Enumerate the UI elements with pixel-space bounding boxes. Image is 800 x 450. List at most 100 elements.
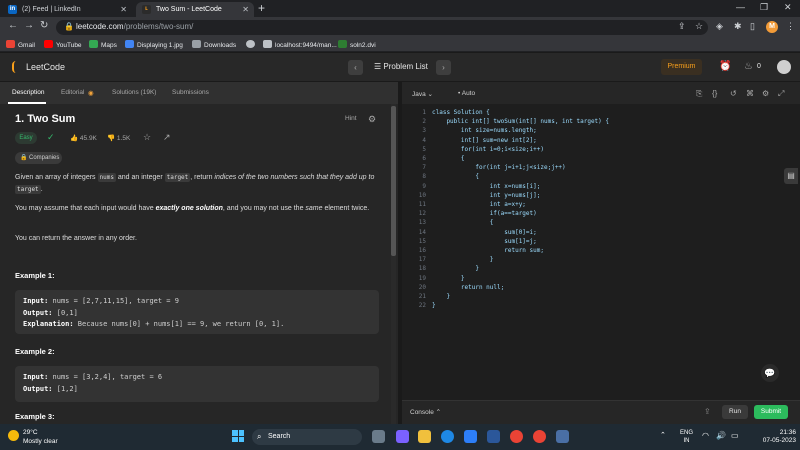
temperature: 29°C bbox=[23, 429, 38, 436]
share-link-icon[interactable]: ↗ bbox=[163, 132, 171, 143]
companies-tag[interactable]: 🔒 Companies bbox=[15, 152, 62, 164]
leetcode-icon: ʟ bbox=[142, 5, 151, 14]
braces-icon[interactable]: {} bbox=[712, 89, 717, 98]
bookmark-downloads[interactable]: Downloads bbox=[192, 40, 236, 51]
menu-icon[interactable]: ⋮ bbox=[786, 21, 795, 32]
bookmark-gmail[interactable]: Gmail bbox=[6, 40, 35, 51]
timer-icon[interactable]: ⏰ bbox=[719, 61, 731, 72]
weather-widget[interactable]: 29°C Mostly clear bbox=[8, 428, 58, 446]
chrome-icon[interactable] bbox=[510, 430, 523, 443]
tab-solutions[interactable]: Solutions (19K) bbox=[112, 89, 156, 96]
new-tab-button[interactable]: + bbox=[258, 1, 265, 15]
sidepanel-icon[interactable]: ▯ bbox=[750, 21, 755, 32]
store-icon[interactable] bbox=[464, 430, 477, 443]
run-button[interactable]: Run bbox=[722, 405, 748, 419]
shortcuts-icon[interactable]: ⌘ bbox=[746, 89, 754, 98]
language-select[interactable]: Java ⌄ bbox=[412, 90, 433, 98]
bookmark-star-icon[interactable]: ☆ bbox=[695, 21, 703, 32]
bookmark-youtube[interactable]: YouTube bbox=[44, 40, 82, 51]
task-view-icon[interactable] bbox=[372, 430, 385, 443]
bookmark-globe[interactable] bbox=[246, 40, 258, 51]
code-text: sum[1]=j; bbox=[432, 237, 537, 245]
close-window-icon[interactable]: ✕ bbox=[784, 2, 792, 13]
line-number: 12 bbox=[418, 210, 426, 218]
streak-flame-icon[interactable]: ♨ bbox=[744, 61, 753, 72]
doc-icon bbox=[338, 40, 347, 48]
settings-icon[interactable]: ⚙ bbox=[368, 114, 376, 125]
minimize-icon[interactable]: — bbox=[736, 2, 745, 12]
code-text: for(int i=0;i<size;i++) bbox=[432, 145, 544, 153]
edge-icon[interactable] bbox=[441, 430, 454, 443]
like-button[interactable]: 👍 45.9K bbox=[70, 134, 97, 142]
bookmark-soln2[interactable]: soln2.dvi bbox=[338, 40, 376, 51]
share-icon[interactable]: ⇪ bbox=[678, 21, 686, 32]
active-tab-indicator bbox=[8, 102, 46, 104]
fullscreen-icon[interactable]: ⤢ bbox=[778, 89, 784, 99]
restore-icon[interactable]: ❐ bbox=[760, 2, 768, 13]
tab-editorial[interactable]: Editorial bbox=[61, 89, 84, 96]
hint-button[interactable]: Hint bbox=[345, 115, 357, 122]
puzzle-icon[interactable]: ✱ bbox=[734, 21, 742, 32]
description-tabs: Description Editorial ◉ Solutions (19K) … bbox=[0, 82, 398, 104]
upload-icon[interactable]: ⇪ bbox=[704, 407, 711, 416]
line-number: 7 bbox=[422, 164, 426, 172]
dislike-button[interactable]: 👎 1.5K bbox=[107, 134, 130, 142]
battery-icon[interactable]: ▭ bbox=[731, 431, 739, 440]
profile-avatar[interactable]: M bbox=[766, 21, 778, 33]
clock[interactable]: 21:36 07-05-2023 bbox=[760, 429, 796, 445]
app-icon[interactable] bbox=[556, 430, 569, 443]
close-icon[interactable]: ✕ bbox=[120, 2, 127, 17]
extension-icon[interactable]: ◈ bbox=[716, 21, 723, 32]
code-text: for(int j=i+1;j<size;j++) bbox=[432, 164, 566, 172]
submit-button[interactable]: Submit bbox=[754, 405, 788, 419]
editor-panel: Java ⌄ • Auto ⎘ {} ↺ ⌘ ⚙ ⤢ 1 class Soluti… bbox=[402, 82, 800, 424]
system-tray-chevron-icon[interactable]: ⌃ bbox=[660, 431, 666, 439]
leetcode-logo[interactable]: LeetCode bbox=[12, 61, 65, 73]
next-problem-button[interactable]: › bbox=[436, 60, 451, 75]
premium-button[interactable]: Premium bbox=[661, 59, 702, 75]
browser-tab-leetcode[interactable]: ʟ Two Sum - LeetCode ✕ bbox=[136, 2, 254, 17]
tab-description[interactable]: Description bbox=[12, 89, 45, 96]
editor-toolbar: Java ⌄ • Auto ⎘ {} ↺ ⌘ ⚙ ⤢ bbox=[402, 82, 800, 104]
wifi-icon[interactable]: ◠ bbox=[702, 431, 709, 440]
language-indicator[interactable]: ENG IN bbox=[680, 429, 693, 445]
favorite-star-icon[interactable]: ☆ bbox=[143, 132, 151, 143]
windows-start-icon[interactable] bbox=[232, 430, 244, 442]
tab-submissions[interactable]: Submissions bbox=[172, 89, 209, 96]
scrollbar-thumb[interactable] bbox=[391, 106, 396, 256]
user-avatar[interactable] bbox=[777, 60, 791, 74]
line-number: 20 bbox=[418, 283, 426, 291]
file-explorer-icon[interactable] bbox=[418, 430, 431, 443]
bookmark-maps[interactable]: Maps bbox=[89, 40, 117, 51]
teams-icon[interactable] bbox=[396, 430, 409, 443]
thumbs-up-icon: 👍 bbox=[70, 135, 80, 142]
example-3-heading: Example 3: bbox=[15, 412, 55, 421]
line-number: 18 bbox=[418, 265, 426, 273]
problem-list-button[interactable]: ☰ Problem List bbox=[374, 62, 428, 71]
code-nums: nums bbox=[97, 173, 116, 182]
reset-icon[interactable]: ↺ bbox=[730, 89, 737, 98]
browser-tab-linkedin[interactable]: in (2) Feed | LinkedIn ✕ bbox=[2, 2, 132, 17]
side-tool-icon[interactable]: ▤ bbox=[784, 168, 798, 184]
volume-icon[interactable]: 🔊 bbox=[716, 431, 726, 440]
chrome-profile-icon[interactable] bbox=[533, 430, 546, 443]
lock-icon: 🔒 bbox=[64, 22, 74, 31]
bookmark-localhost[interactable]: localhost:9494/man... bbox=[263, 40, 337, 51]
bookmark-icon[interactable]: ⎘ bbox=[696, 89, 702, 99]
console-toggle[interactable]: Console ⌃ bbox=[410, 408, 441, 416]
word-icon[interactable] bbox=[487, 430, 500, 443]
settings-icon[interactable]: ⚙ bbox=[762, 89, 769, 98]
code-text: { bbox=[432, 173, 479, 181]
url-field[interactable]: 🔒 leetcode.com/problems/two-sum/ bbox=[56, 20, 708, 35]
nav-buttons[interactable]: ←→↻ bbox=[8, 20, 54, 31]
chat-icon[interactable]: 💬 bbox=[761, 364, 779, 382]
mode-select[interactable]: • Auto bbox=[458, 90, 475, 97]
close-icon[interactable]: ✕ bbox=[242, 2, 249, 17]
prev-problem-button[interactable]: ‹ bbox=[348, 60, 363, 75]
taskbar-search[interactable]: ⌕ Search bbox=[252, 429, 362, 445]
address-bar-row: ←→↻ 🔒 leetcode.com/problems/two-sum/ ⇪ ☆… bbox=[0, 17, 800, 38]
bookmark-displaying[interactable]: Displaying 1.jpg bbox=[125, 40, 183, 51]
line-number: 15 bbox=[418, 237, 426, 245]
line-number: 17 bbox=[418, 256, 426, 264]
code-target: target bbox=[15, 185, 41, 194]
